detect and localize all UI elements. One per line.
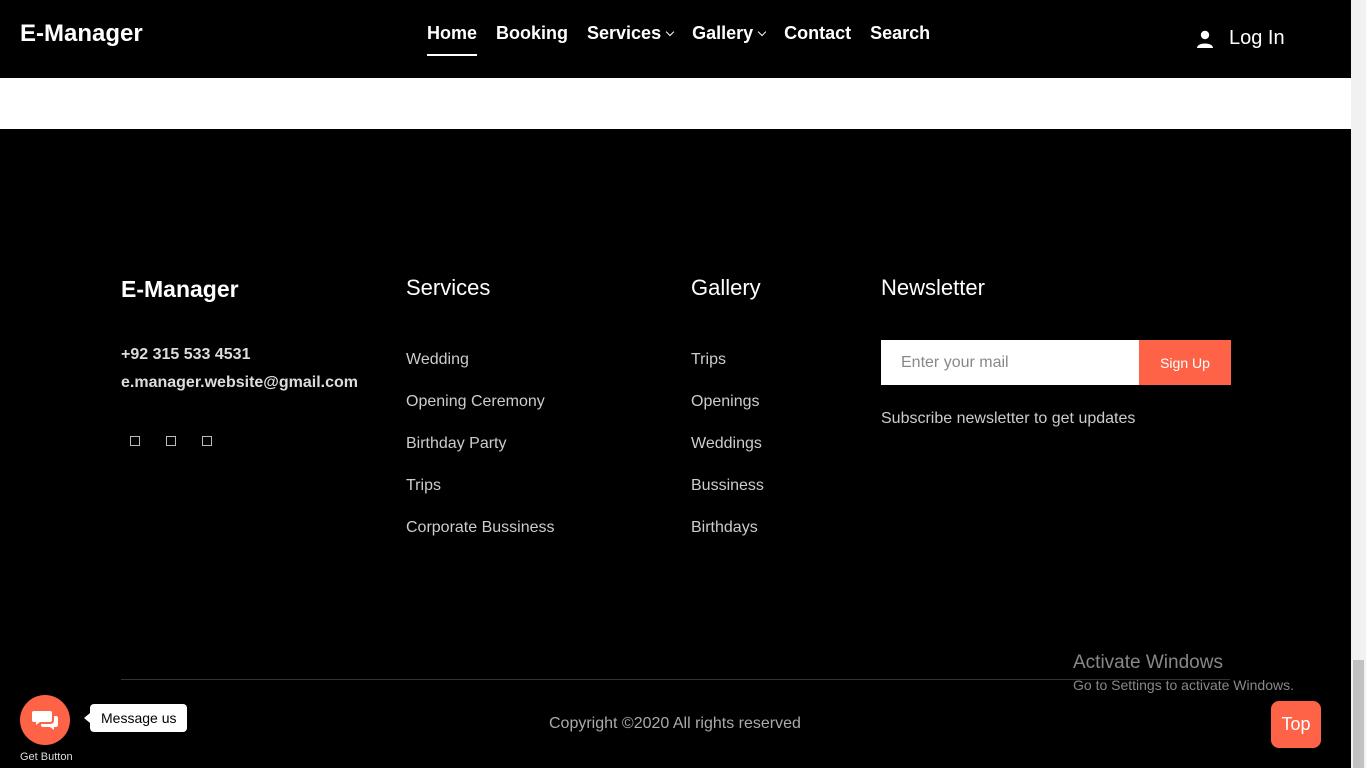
nav-contact[interactable]: Contact bbox=[784, 22, 851, 44]
gallery-link[interactable]: Bussiness bbox=[691, 477, 764, 495]
footer-phone[interactable]: +92 315 533 4531 bbox=[121, 346, 250, 364]
signup-button[interactable]: Sign Up bbox=[1139, 340, 1231, 385]
newsletter-description: Subscribe newsletter to get updates bbox=[881, 410, 1136, 427]
nav-services[interactable]: Services bbox=[587, 22, 675, 44]
services-link[interactable]: Opening Ceremony bbox=[406, 393, 545, 411]
chevron-down-icon bbox=[665, 27, 675, 36]
page-scrollbar[interactable] bbox=[1351, 0, 1366, 768]
gallery-link[interactable]: Openings bbox=[691, 393, 760, 411]
scrollbar-thumb[interactable] bbox=[1353, 660, 1364, 768]
content-band bbox=[0, 78, 1351, 129]
services-link[interactable]: Birthday Party bbox=[406, 435, 506, 453]
activate-windows-title: Activate Windows bbox=[1073, 652, 1223, 673]
chevron-down-icon bbox=[757, 27, 767, 36]
gallery-link[interactable]: Birthdays bbox=[691, 519, 758, 537]
nav-booking[interactable]: Booking bbox=[496, 22, 568, 44]
newsletter-title: Newsletter bbox=[881, 275, 985, 300]
nav-search[interactable]: Search bbox=[870, 22, 930, 44]
gallery-title: Gallery bbox=[691, 275, 761, 300]
services-link[interactable]: Wedding bbox=[406, 351, 469, 369]
facebook-icon[interactable] bbox=[130, 436, 140, 446]
nav-gallery[interactable]: Gallery bbox=[692, 22, 767, 44]
footer-divider bbox=[121, 679, 1230, 680]
site-header: E-Manager Home Booking Services Gallery … bbox=[0, 0, 1351, 78]
message-us-bubble[interactable]: Message us bbox=[83, 704, 188, 732]
activate-windows-subtitle: Go to Settings to activate Windows. bbox=[1073, 677, 1294, 693]
footer-email[interactable]: e.manager.website@gmail.com bbox=[121, 374, 358, 392]
login-label: Log In bbox=[1229, 27, 1285, 49]
back-to-top-button[interactable]: Top bbox=[1271, 701, 1321, 748]
chat-icon bbox=[32, 711, 58, 730]
main-nav: Home Booking Services Gallery Contact Se… bbox=[427, 22, 949, 56]
nav-home[interactable]: Home bbox=[427, 22, 478, 56]
chat-button[interactable] bbox=[20, 695, 70, 745]
user-icon bbox=[1197, 30, 1213, 48]
footer-brand: E-Manager bbox=[121, 276, 239, 302]
brand-logo[interactable]: E-Manager bbox=[20, 20, 143, 48]
services-title: Services bbox=[406, 275, 491, 300]
twitter-icon[interactable] bbox=[166, 436, 176, 446]
gallery-link[interactable]: Trips bbox=[691, 351, 726, 369]
login-link[interactable]: Log In bbox=[1196, 27, 1285, 50]
newsletter-email-input[interactable] bbox=[881, 340, 1139, 385]
chat-widget-label: Get Button bbox=[20, 751, 73, 763]
instagram-icon[interactable] bbox=[202, 436, 212, 446]
services-link[interactable]: Trips bbox=[406, 477, 441, 495]
gallery-link[interactable]: Weddings bbox=[691, 435, 762, 453]
copyright-text: Copyright ©2020 All rights reserved bbox=[549, 715, 801, 732]
services-link[interactable]: Corporate Bussiness bbox=[406, 519, 555, 537]
